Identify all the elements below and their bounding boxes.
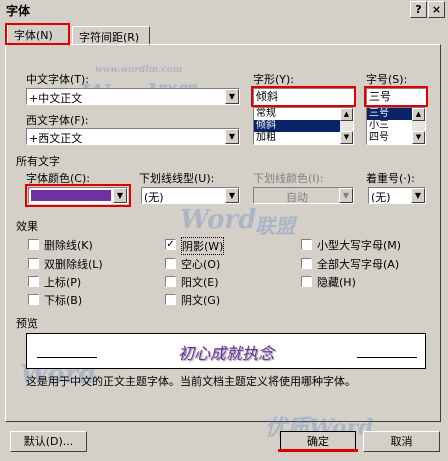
scroll-up-icon[interactable]: ▲ bbox=[412, 108, 425, 121]
effect-label: 双删除线(L) bbox=[44, 258, 103, 271]
checkbox[interactable]: ✓ bbox=[165, 239, 176, 250]
font-size-highlight bbox=[364, 86, 428, 107]
chevron-down-icon[interactable]: ▼ bbox=[225, 129, 239, 144]
underline-color-value: 自动 bbox=[286, 191, 308, 204]
checkbox[interactable] bbox=[165, 276, 176, 287]
all-text-section-label: 所有文字 bbox=[16, 155, 60, 168]
effect-label: 阳文(E) bbox=[181, 276, 219, 289]
font-color-highlight bbox=[25, 184, 131, 207]
chevron-down-icon[interactable]: ▼ bbox=[225, 188, 239, 203]
checkbox[interactable] bbox=[301, 258, 312, 269]
font-style-label: 字形(Y): bbox=[253, 73, 295, 86]
effect-label: 下标(B) bbox=[44, 294, 83, 307]
underline-style-label: 下划线线型(U): bbox=[139, 172, 215, 185]
preview-section-label: 预览 bbox=[16, 317, 38, 330]
emphasis-mark-label: 着重号(·): bbox=[366, 172, 415, 185]
western-font-value: +西文正文 bbox=[29, 132, 83, 145]
effects-section-label: 效果 bbox=[16, 220, 38, 233]
list-item[interactable]: 常规 bbox=[254, 108, 353, 120]
checkbox[interactable] bbox=[301, 239, 312, 250]
underline-style-value: (无) bbox=[144, 191, 164, 204]
scrollbar[interactable]: ▲ ▼ bbox=[412, 108, 425, 144]
help-button[interactable]: ? bbox=[410, 1, 427, 18]
chinese-font-value: +中文正文 bbox=[29, 92, 83, 105]
effect-label: 全部大写字母(A) bbox=[317, 258, 400, 271]
effect-label: 阴文(G) bbox=[181, 294, 221, 307]
chinese-font-combo[interactable]: +中文正文 ▼ bbox=[26, 88, 240, 105]
chinese-font-label: 中文字体(T): bbox=[26, 73, 90, 86]
effect-label: 上标(P) bbox=[44, 276, 82, 289]
list-item[interactable]: 加粗 bbox=[254, 132, 353, 144]
checkbox[interactable] bbox=[165, 294, 176, 305]
title-bar: 字体 ? × bbox=[0, 0, 448, 20]
checkbox[interactable] bbox=[28, 276, 39, 287]
chevron-down-icon[interactable]: ▼ bbox=[411, 188, 425, 203]
scrollbar[interactable]: ▲ ▼ bbox=[340, 108, 353, 144]
preview-description: 这是用于中文的正文主题字体。当前文档主题定义将使用哪种字体。 bbox=[26, 375, 356, 388]
preview-sample-text: 初心成就执念 bbox=[177, 344, 274, 363]
tab-character-spacing[interactable]: 字符间距(R) bbox=[72, 26, 150, 46]
font-size-list[interactable]: 三号 小三 四号 ▲ ▼ bbox=[366, 107, 426, 145]
checkbox[interactable] bbox=[28, 258, 39, 269]
emphasis-mark-value: (无) bbox=[371, 191, 391, 204]
underline-color-combo: 自动 ▼ bbox=[253, 187, 354, 204]
list-item-selected[interactable]: 倾斜 bbox=[254, 120, 353, 132]
close-button[interactable]: × bbox=[428, 1, 445, 18]
tab-font-highlight bbox=[5, 23, 70, 45]
font-style-list[interactable]: 常规 倾斜 加粗 ▲ ▼ bbox=[253, 107, 354, 145]
scroll-down-icon[interactable]: ▼ bbox=[340, 131, 353, 144]
western-font-combo[interactable]: +西文正文 ▼ bbox=[26, 128, 240, 145]
scroll-up-icon[interactable]: ▲ bbox=[340, 108, 353, 121]
emphasis-mark-combo[interactable]: (无) ▼ bbox=[368, 187, 426, 204]
font-style-highlight bbox=[251, 86, 356, 107]
checkbox[interactable] bbox=[28, 294, 39, 305]
effect-label: 空心(O) bbox=[181, 258, 221, 271]
checkbox[interactable] bbox=[165, 258, 176, 269]
effect-label: 删除线(K) bbox=[44, 239, 93, 252]
underline-style-combo[interactable]: (无) ▼ bbox=[141, 187, 240, 204]
chevron-down-icon[interactable]: ▼ bbox=[225, 89, 239, 104]
ok-button-highlight bbox=[278, 446, 358, 452]
effect-label: 隐藏(H) bbox=[317, 276, 356, 289]
effect-label: 阴影(W) bbox=[181, 237, 225, 255]
window-title: 字体 bbox=[6, 4, 31, 18]
font-size-label: 字号(S): bbox=[366, 73, 408, 86]
cancel-button[interactable]: 取消 bbox=[363, 431, 440, 452]
effect-label: 小型大写字母(M) bbox=[317, 239, 402, 252]
checkbox[interactable] bbox=[28, 239, 39, 250]
underline-color-label: 下划线颜色(I): bbox=[253, 172, 324, 185]
default-button[interactable]: 默认(D)... bbox=[10, 431, 87, 452]
chevron-down-icon: ▼ bbox=[339, 188, 353, 203]
preview-box: 初心成就执念 bbox=[26, 333, 426, 369]
checkbox[interactable] bbox=[301, 276, 312, 287]
western-font-label: 西文字体(F): bbox=[26, 114, 89, 127]
scroll-down-icon[interactable]: ▼ bbox=[412, 131, 425, 144]
tab-character-spacing-label: 字符间距(R) bbox=[79, 31, 140, 44]
